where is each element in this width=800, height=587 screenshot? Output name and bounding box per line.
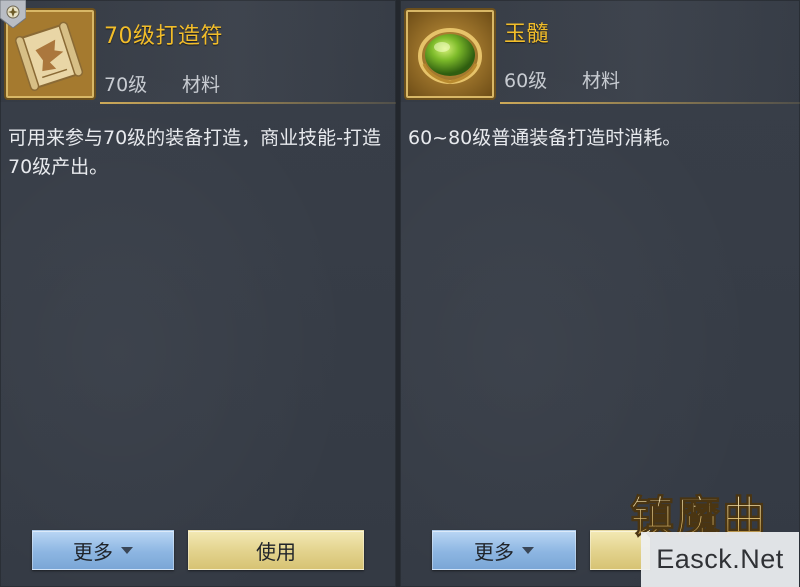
item-tooltip-left: 70级打造符 70级 材料 可用来参与70级的装备打造，商业技能-打造70级产出… <box>0 0 396 587</box>
more-button-label: 更多 <box>73 539 113 564</box>
more-button-label: 更多 <box>474 539 514 564</box>
item-type: 材料 <box>182 74 221 96</box>
watermark: Easck.Net <box>641 532 799 587</box>
item-type: 材料 <box>582 70 621 92</box>
header-divider <box>100 102 396 104</box>
more-button[interactable]: 更多 <box>432 530 576 570</box>
green-jade-gem-icon <box>408 12 492 96</box>
more-button[interactable]: 更多 <box>32 530 174 570</box>
item-name: 玉髓 <box>504 22 550 47</box>
item-level: 60级 <box>504 70 548 92</box>
item-name: 70级打造符 <box>104 24 223 49</box>
item-description: 可用来参与70级的装备打造，商业技能-打造70级产出。 <box>8 127 382 178</box>
chevron-down-icon <box>522 546 534 554</box>
quality-badge-icon <box>0 0 26 28</box>
item-level: 70级 <box>104 74 148 96</box>
chevron-down-icon <box>121 546 133 554</box>
item-description: 60~80级普通装备打造时消耗。 <box>408 127 682 149</box>
header-divider <box>500 102 800 104</box>
item-icon-frame[interactable] <box>406 10 494 98</box>
use-button[interactable]: 使用 <box>188 530 364 570</box>
use-button-label: 使用 <box>256 539 296 564</box>
